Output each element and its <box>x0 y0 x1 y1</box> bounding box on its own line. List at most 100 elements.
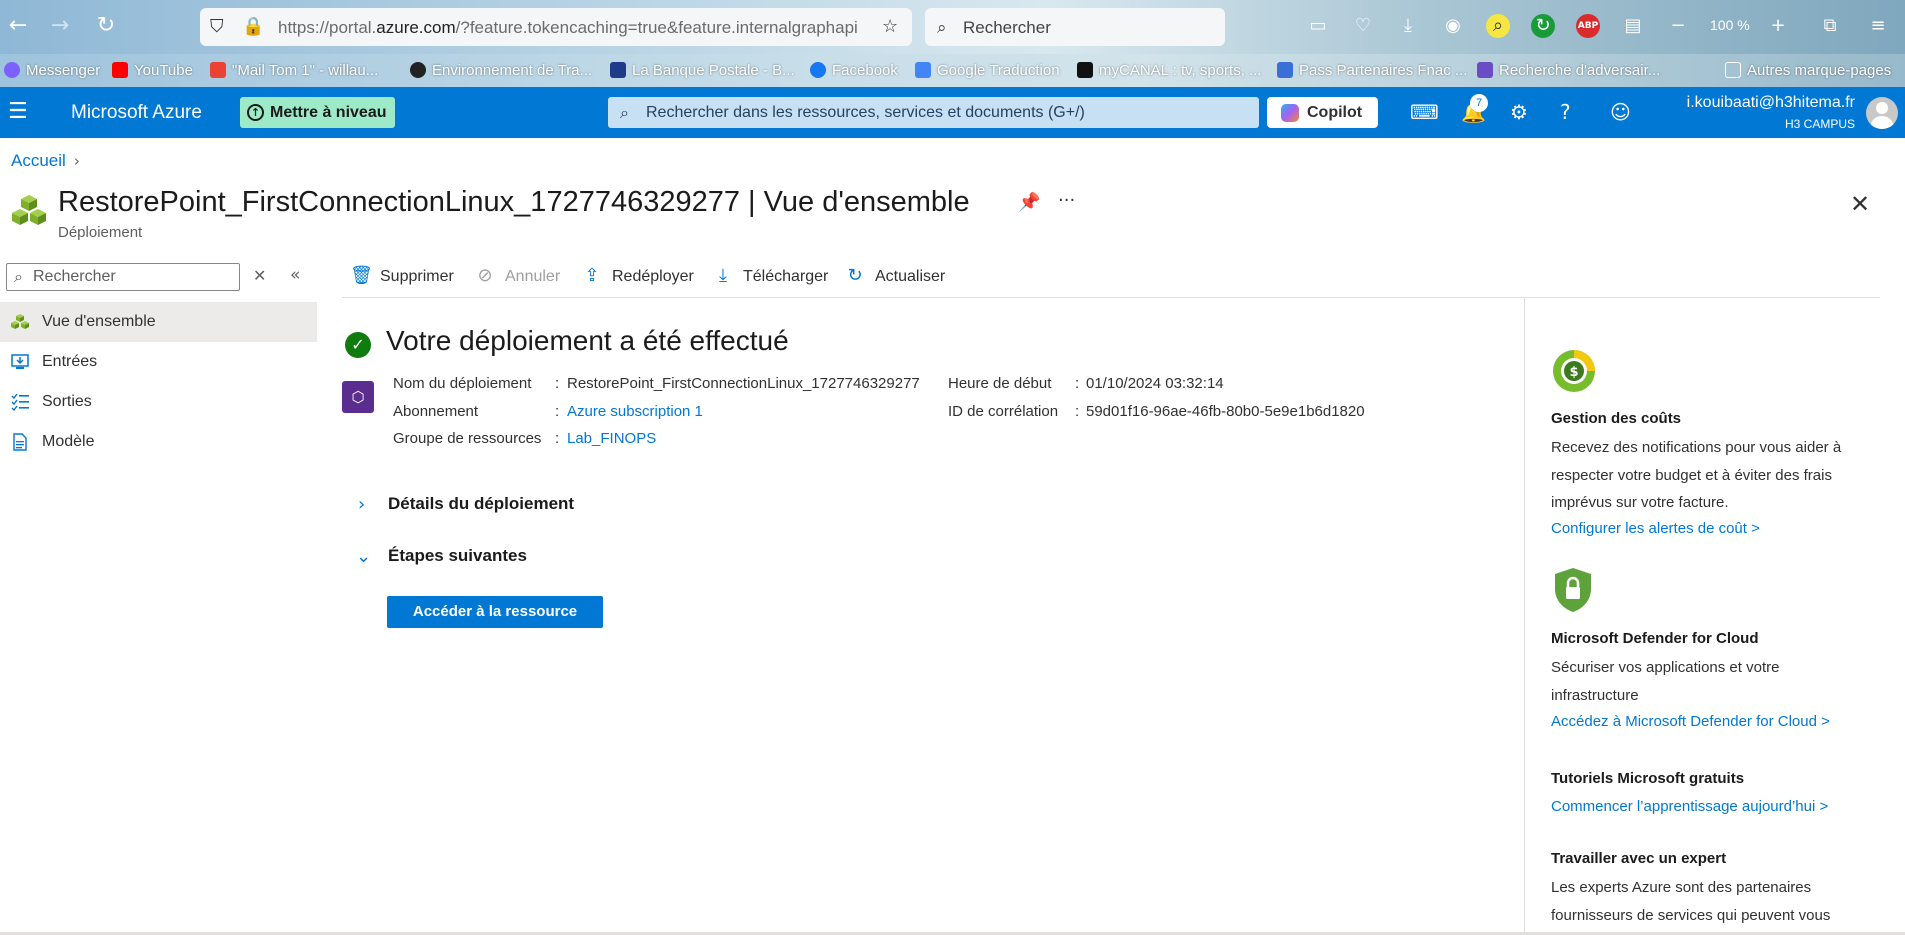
browser-toolbar: ← → ↻ ⛉ 🔒 https://portal.azure.com/?feat… <box>0 0 1905 54</box>
outputs-list-icon <box>11 393 29 411</box>
deployment-details-label: Détails du déploiement <box>388 494 575 513</box>
collapse-sidebar-icon[interactable]: « <box>290 265 300 285</box>
forward-icon[interactable]: → <box>46 12 74 40</box>
avatar[interactable] <box>1866 97 1898 129</box>
hamburger-menu-icon[interactable]: ☰ <box>8 99 28 124</box>
back-icon[interactable]: ← <box>4 12 32 40</box>
tutorials-link[interactable]: Commencer l’apprentissage aujourd’hui > <box>1551 798 1828 815</box>
download-icon[interactable]: ⤓ <box>1396 14 1420 38</box>
sidebar-item-outputs[interactable]: Sorties <box>0 382 317 422</box>
pocket-icon[interactable]: ♡ <box>1351 14 1375 38</box>
sidebar-search-input[interactable]: ⌕ Rechercher <box>6 263 240 291</box>
download-button[interactable]: ⤓ Télécharger <box>713 265 828 286</box>
bookmark-fnac[interactable]: Pass Partenaires Fnac ... <box>1277 62 1467 79</box>
download-icon: ⤓ <box>719 265 727 286</box>
notification-count-badge: 7 <box>1470 94 1488 112</box>
chevron-right-icon: › <box>358 494 366 515</box>
bookmark-environnement[interactable]: Environnement de Tra... <box>410 62 592 79</box>
shield-icon[interactable]: ⛉ <box>210 16 224 37</box>
refresh-button[interactable]: ↻ Actualiser <box>845 265 945 286</box>
redeploy-button[interactable]: ⇪ Redéployer <box>582 265 694 286</box>
delete-button[interactable]: 🗑 Supprimer <box>350 265 454 286</box>
cloud-shell-icon[interactable]: ⌨ <box>1410 100 1439 124</box>
sidebar-item-label: Entrées <box>42 353 98 370</box>
breadcrumb: Accueil › <box>11 151 80 171</box>
bookmark-facebook[interactable]: Facebook <box>810 62 898 79</box>
go-to-resource-button[interactable]: Accéder à la ressource <box>387 596 603 628</box>
bookmark-mail[interactable]: "Mail Tom 1" - willau... <box>210 62 378 79</box>
address-bar[interactable]: ⛉ 🔒 https://portal.azure.com/?feature.to… <box>200 8 912 46</box>
colon: : <box>1075 403 1080 420</box>
user-email[interactable]: i.kouibaati@h3hitema.fr <box>1600 94 1855 112</box>
copilot-button[interactable]: Copilot <box>1267 97 1378 128</box>
adblock-icon[interactable]: ABP <box>1576 14 1600 38</box>
panel-divider <box>1524 298 1525 935</box>
bookmark-mycanal[interactable]: myCANAL : tv, sports, ... <box>1077 62 1262 79</box>
defender-link[interactable]: Accédez à Microsoft Defender for Cloud > <box>1551 713 1830 730</box>
close-icon[interactable]: ✕ <box>1850 190 1870 218</box>
start-time-label: Heure de début <box>948 375 1052 392</box>
bookmark-other[interactable]: Autres marque-pages <box>1725 62 1891 79</box>
menu-icon[interactable]: ≡ <box>1866 14 1890 38</box>
download-label: Télécharger <box>743 268 829 285</box>
bookmark-banque-postale[interactable]: La Banque Postale - B... <box>610 62 795 79</box>
settings-gear-icon[interactable]: ⚙ <box>1510 100 1528 124</box>
svg-text:$: $ <box>1569 365 1578 380</box>
upgrade-button[interactable]: ↑ Mettre à niveau <box>240 97 395 128</box>
search-icon: ⌕ <box>620 103 629 122</box>
reload-icon[interactable]: ↻ <box>92 12 120 40</box>
global-search-input[interactable]: ⌕ Rechercher dans les ressources, service… <box>608 97 1259 128</box>
defender-shield-icon <box>1555 568 1591 612</box>
subscription-label: Abonnement <box>393 403 479 420</box>
redeploy-label: Redéployer <box>612 268 694 285</box>
resource-group-link[interactable]: Lab_FINOPS <box>567 430 656 447</box>
bookmark-youtube[interactable]: YouTube <box>112 62 193 79</box>
bookmark-google-traduction[interactable]: Google Traduction <box>915 62 1060 79</box>
extension-search-icon[interactable]: ⌕ <box>1486 14 1510 38</box>
subscription-link[interactable]: Azure subscription 1 <box>567 403 703 420</box>
cubes-icon <box>11 314 29 329</box>
breadcrumb-home-link[interactable]: Accueil <box>11 151 66 170</box>
pin-icon[interactable]: 📌 <box>1018 192 1040 213</box>
sidebar-item-inputs[interactable]: Entrées <box>0 342 317 382</box>
extension-green-icon[interactable]: ↻ <box>1531 14 1555 38</box>
user-org: H3 CAMPUS <box>1784 117 1855 131</box>
zoom-out-icon[interactable]: − <box>1666 14 1690 38</box>
cost-management-icon: $ <box>1553 350 1595 392</box>
refresh-label: Actualiser <box>875 268 946 285</box>
help-icon[interactable]: ? <box>1560 100 1571 124</box>
search-icon: ⌕ <box>937 18 947 38</box>
brand-logo[interactable]: Microsoft Azure <box>71 102 202 124</box>
page-title: RestorePoint_FirstConnectionLinux_172774… <box>58 186 970 218</box>
lock-icon[interactable]: 🔒 <box>242 16 264 37</box>
expert-text: Les experts Azure sont des partenaires f… <box>1551 879 1831 924</box>
sidebar-item-template[interactable]: Modèle <box>0 422 317 462</box>
sidebar-item-overview[interactable]: Vue d'ensemble <box>0 302 317 342</box>
bookmark-messenger[interactable]: Messenger <box>4 62 100 79</box>
bookmark-recherche[interactable]: Recherche d'adversair... <box>1477 62 1660 79</box>
colon: : <box>555 375 560 392</box>
sidebar-item-label: Sorties <box>42 393 92 410</box>
copilot-logo-icon <box>1281 104 1299 122</box>
chevron-right-icon: › <box>73 152 80 170</box>
clear-filter-icon[interactable]: ✕ <box>253 266 266 285</box>
resource-group-label: Groupe de ressources <box>393 430 542 447</box>
bookmark-star-icon[interactable]: ☆ <box>882 16 898 37</box>
redeploy-icon: ⇪ <box>584 265 600 286</box>
folder-icon[interactable]: ▭ <box>1306 14 1330 38</box>
cost-alerts-link[interactable]: Configurer les alertes de coût > <box>1551 520 1760 537</box>
cancel-button[interactable]: ⊘ Annuler <box>475 265 560 286</box>
extensions-icon[interactable]: ⧉ <box>1818 14 1842 38</box>
arrow-up-icon: ↑ <box>247 104 264 121</box>
zoom-level[interactable]: 100 % <box>1710 17 1750 33</box>
more-options-icon[interactable]: ··· <box>1058 190 1075 211</box>
url-text[interactable]: https://portal.azure.com/?feature.tokenc… <box>278 18 868 38</box>
defender-text: Sécuriser vos applications et votre infr… <box>1551 659 1780 704</box>
browser-search-field[interactable]: ⌕ Rechercher <box>925 8 1225 46</box>
sidebar-item-label: Vue d'ensemble <box>42 313 156 330</box>
zoom-in-icon[interactable]: + <box>1766 14 1790 38</box>
account-icon[interactable]: ◉ <box>1441 14 1465 38</box>
copilot-label: Copilot <box>1307 104 1363 121</box>
reader-icon[interactable]: ▤ <box>1621 14 1645 38</box>
deployment-icon: ⬡ <box>342 381 374 413</box>
